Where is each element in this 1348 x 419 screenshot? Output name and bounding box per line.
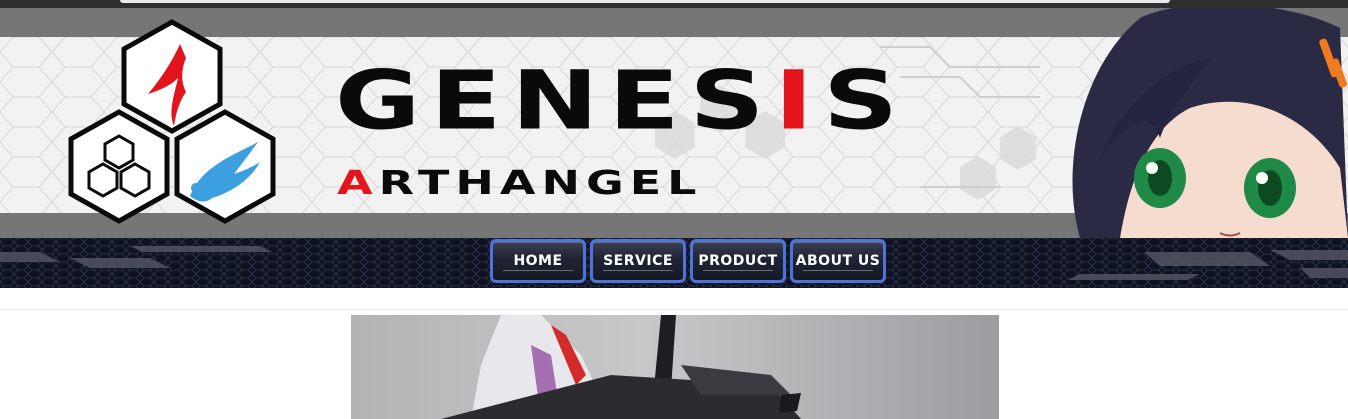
- nav-about-us-button[interactable]: About us: [790, 239, 886, 283]
- nav-service-label: Service: [603, 253, 673, 269]
- site-title-text: GENES: [335, 52, 775, 149]
- browser-top-bar: [0, 0, 1348, 8]
- anime-character-image: [1072, 8, 1348, 238]
- site-subtitle-text: RTHANGEL: [378, 163, 703, 202]
- site-banner: GENESIS ARTHANGEL: [0, 8, 1348, 238]
- nav-product-button[interactable]: Product: [690, 239, 786, 283]
- site-title-text-end: S: [823, 52, 908, 149]
- featured-product-image[interactable]: [351, 315, 999, 419]
- nav-about-us-label: About us: [795, 253, 881, 269]
- logo-hexagon-icon: [68, 19, 276, 224]
- mecha-figure-image: [441, 315, 801, 419]
- site-subtitle-accent-letter: A: [337, 163, 379, 202]
- nav-service-button[interactable]: Service: [590, 239, 686, 283]
- address-bar-edge: [120, 0, 1170, 3]
- site-title: GENESIS: [335, 60, 908, 141]
- main-navigation-bar: Home Service Product About us: [0, 238, 1348, 288]
- nav-home-button[interactable]: Home: [490, 239, 586, 283]
- nav-product-label: Product: [698, 253, 778, 269]
- nav-home-label: Home: [513, 253, 563, 269]
- content-divider: [0, 309, 1348, 310]
- site-subtitle: ARTHANGEL: [337, 166, 702, 199]
- nav-menu: Home Service Product About us: [490, 239, 886, 287]
- site-title-accent-letter: I: [774, 52, 824, 149]
